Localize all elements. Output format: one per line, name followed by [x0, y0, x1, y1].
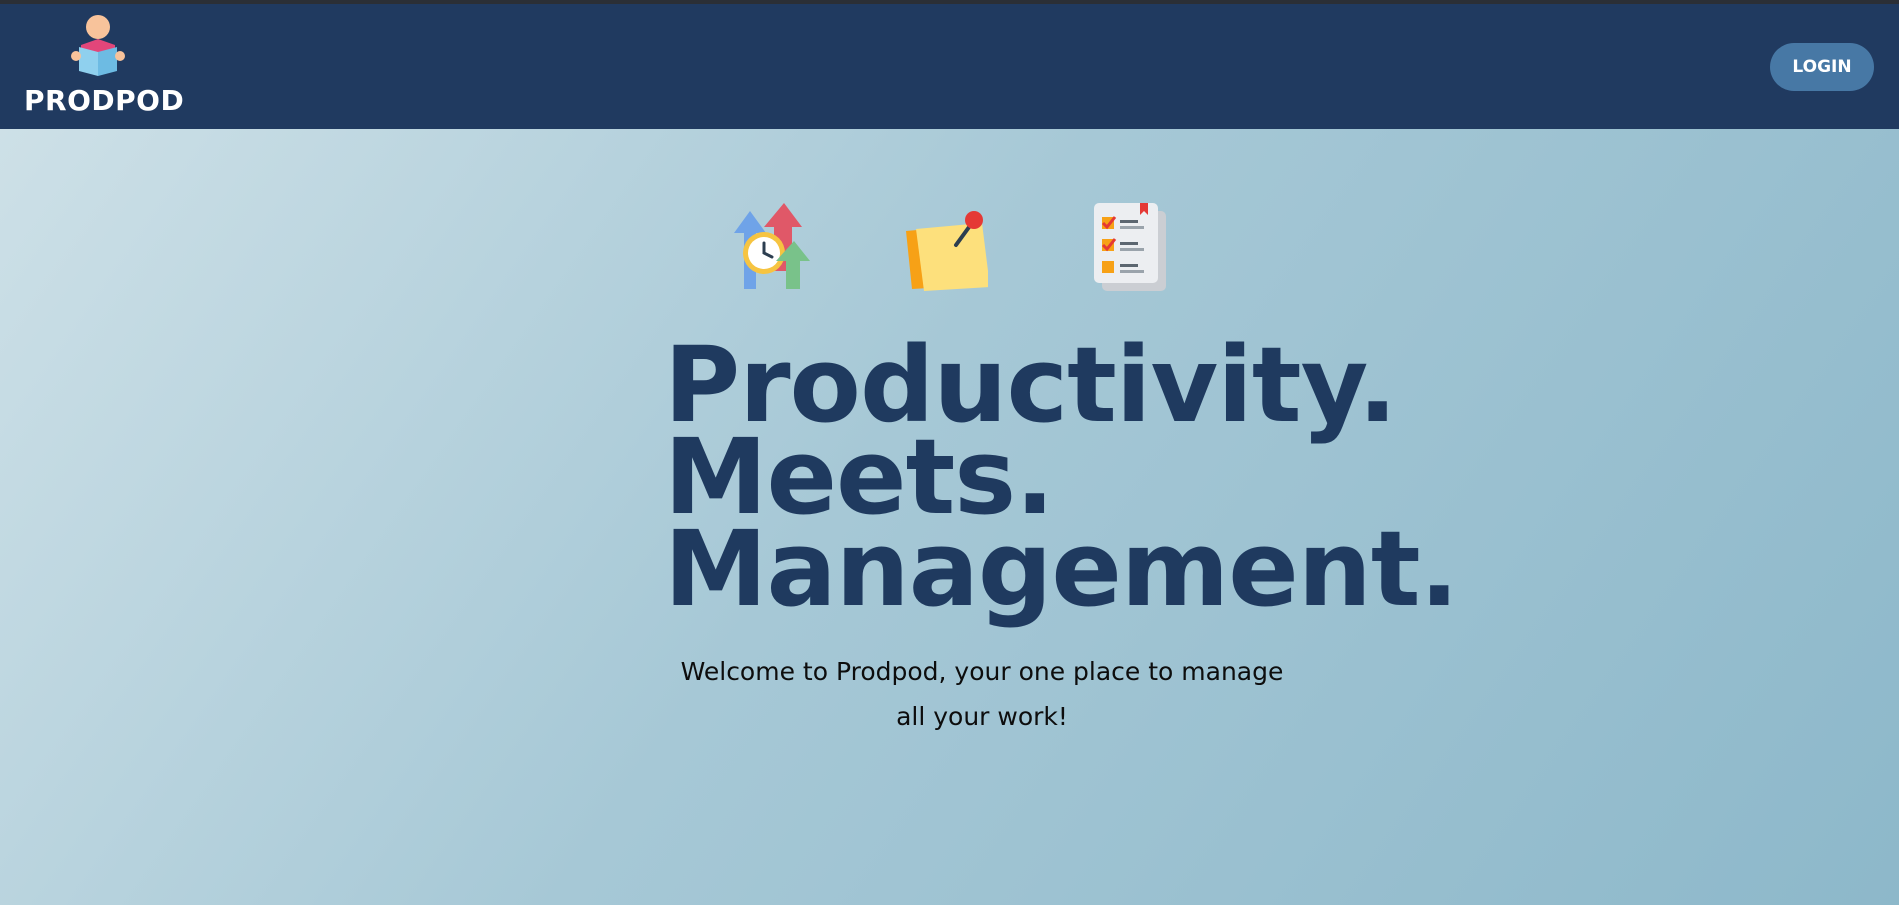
sticky-note-icon [906, 211, 988, 291]
hero-subtitle: Welcome to Prodpod, your one place to ma… [664, 649, 1300, 739]
subtitle-line-1: Welcome to Prodpod, your one place to ma… [680, 657, 1284, 686]
hero-section: Productivity. Meets. Management. Welcome… [0, 129, 1899, 905]
login-button[interactable]: LOGIN [1770, 43, 1874, 91]
navbar: PRODPOD LOGIN [0, 4, 1899, 129]
brand-name: PRODPOD [24, 84, 185, 117]
person-reading-book-icon [71, 15, 125, 76]
hero-headline: Productivity. Meets. Management. [664, 333, 1459, 630]
headline-line-3: Management. [664, 508, 1459, 630]
subtitle-line-2: all your work! [896, 702, 1068, 731]
brand-logo-link[interactable]: PRODPOD [24, 14, 184, 122]
productivity-growth-icon [734, 203, 810, 289]
checklist-icon [1094, 203, 1166, 291]
